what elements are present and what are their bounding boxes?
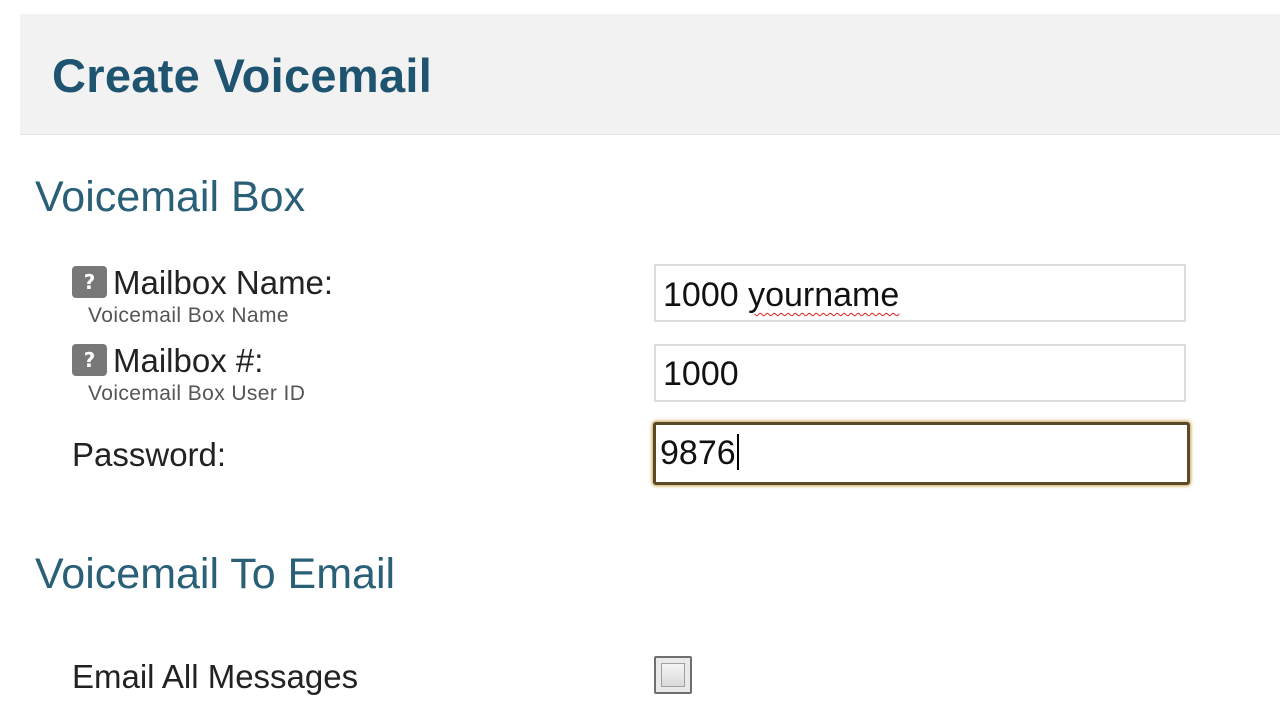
help-icon[interactable]: ? [72, 344, 107, 376]
mailbox-name-input[interactable] [654, 264, 1186, 322]
mailbox-number-label: Mailbox #: [113, 342, 264, 379]
title-bar: Create Voicemail [20, 14, 1280, 135]
section-heading-voicemail-to-email: Voicemail To Email [35, 550, 396, 598]
email-all-messages-label: Email All Messages [72, 658, 359, 695]
password-input[interactable] [653, 422, 1190, 485]
mailbox-number-input[interactable] [654, 344, 1186, 402]
mailbox-name-sublabel: Voicemail Box Name [88, 304, 289, 327]
password-label: Password: [72, 436, 227, 473]
help-icon[interactable]: ? [72, 266, 107, 298]
create-voicemail-page: Create Voicemail Voicemail Box ? Mailbox… [0, 0, 1280, 720]
mailbox-number-sublabel: Voicemail Box User ID [88, 382, 306, 405]
page-title: Create Voicemail [52, 49, 433, 102]
mailbox-name-label: Mailbox Name: [113, 264, 334, 301]
section-heading-voicemail-box: Voicemail Box [35, 173, 306, 221]
email-all-messages-checkbox[interactable] [654, 656, 692, 694]
checkbox-box [661, 663, 685, 687]
